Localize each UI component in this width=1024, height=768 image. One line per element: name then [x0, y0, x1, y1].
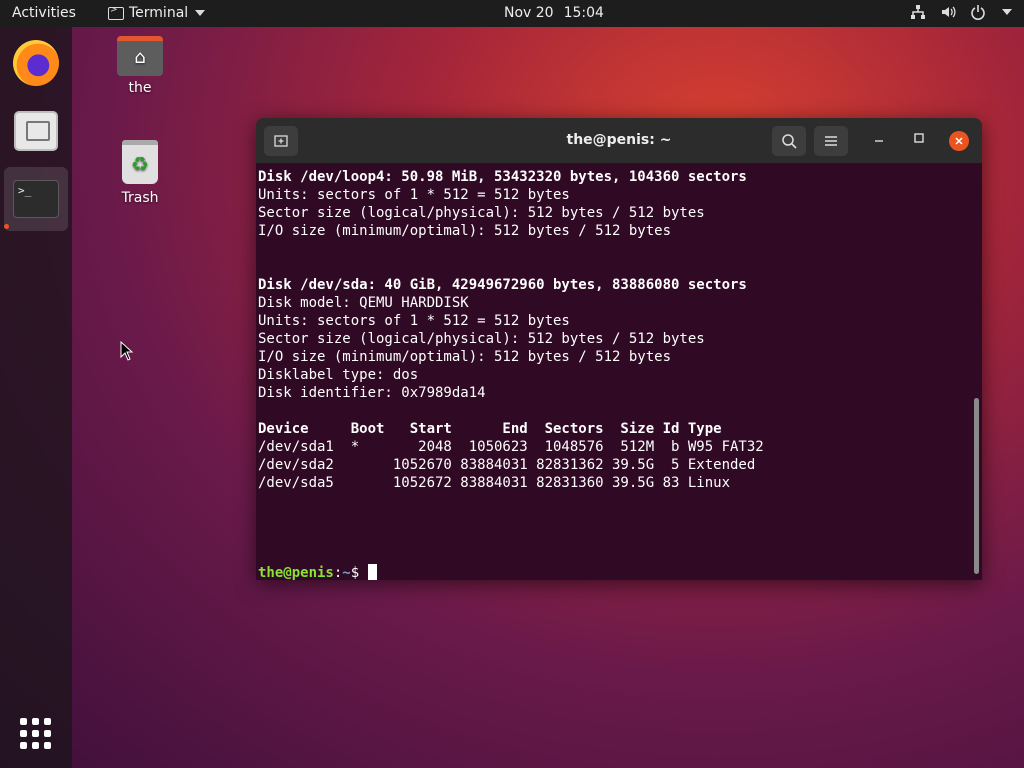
activities-button[interactable]: Activities	[12, 5, 76, 21]
terminal-line: I/O size (minimum/optimal): 512 bytes / …	[258, 349, 672, 365]
dock-terminal[interactable]: >_	[4, 167, 68, 231]
dock-firefox[interactable]	[4, 31, 68, 95]
system-tray[interactable]	[910, 4, 1012, 20]
dock-files[interactable]	[4, 99, 68, 163]
top-bar: Activities Terminal Nov 20 15:04	[0, 0, 1024, 27]
chevron-down-icon	[195, 10, 206, 16]
app-menu-label: Terminal	[129, 5, 189, 21]
prompt-symbol: $	[350, 565, 368, 580]
mouse-pointer-icon	[120, 341, 134, 361]
minimize-button[interactable]	[869, 132, 889, 147]
files-icon	[14, 111, 58, 151]
terminal-line: Disk model: QEMU HARDDISK	[258, 295, 469, 311]
terminal-line: Sector size (logical/physical): 512 byte…	[258, 331, 705, 347]
terminal-line: I/O size (minimum/optimal): 512 bytes / …	[258, 223, 672, 239]
maximize-button[interactable]	[909, 132, 929, 147]
terminal-line: /dev/sda1 * 2048 1050623 1048576 512M b …	[258, 439, 764, 455]
maximize-icon	[914, 133, 924, 143]
power-icon	[970, 4, 986, 20]
terminal-line: Disk /dev/sda: 40 GiB, 42949672960 bytes…	[258, 277, 747, 293]
terminal-line: Units: sectors of 1 * 512 = 512 bytes	[258, 313, 570, 329]
close-button[interactable]	[949, 131, 969, 151]
terminal-line: Units: sectors of 1 * 512 = 512 bytes	[258, 187, 570, 203]
terminal-line: Sector size (logical/physical): 512 byte…	[258, 205, 705, 221]
terminal-line: Disklabel type: dos	[258, 367, 419, 383]
hamburger-icon	[825, 136, 837, 146]
desktop-home-label: the	[128, 80, 152, 96]
firefox-icon	[13, 40, 59, 86]
network-icon	[910, 4, 926, 20]
show-applications-icon[interactable]	[20, 718, 52, 750]
chevron-down-icon	[1002, 9, 1012, 15]
search-button[interactable]	[772, 126, 806, 156]
search-icon	[782, 134, 797, 149]
terminal-output[interactable]: Disk /dev/loop4: 50.98 MiB, 53432320 byt…	[258, 168, 970, 580]
terminal-window[interactable]: the@penis: ~ Disk /dev/loop4: 50.98 MiB,…	[256, 118, 982, 580]
desktop-home-folder[interactable]: the	[100, 36, 180, 96]
running-indicator	[4, 224, 9, 229]
home-folder-icon	[117, 36, 163, 76]
app-menu[interactable]: Terminal	[108, 5, 206, 21]
terminal-icon: >_	[13, 180, 59, 218]
clock[interactable]: Nov 20 15:04	[504, 5, 604, 21]
terminal-line: Disk identifier: 0x7989da14	[258, 385, 486, 401]
terminal-headerbar[interactable]: the@penis: ~	[256, 118, 982, 164]
terminal-prompt[interactable]: the@penis:~$	[258, 564, 970, 580]
desktop-trash-label: Trash	[121, 190, 159, 206]
volume-icon	[940, 4, 956, 20]
terminal-line: /dev/sda5 1052672 83884031 82831360 39.5…	[258, 475, 731, 491]
terminal-icon	[108, 5, 124, 20]
scrollbar[interactable]	[974, 398, 979, 574]
close-icon	[955, 137, 963, 145]
terminal-line: Disk /dev/loop4: 50.98 MiB, 53432320 byt…	[258, 169, 747, 185]
dock: >_	[0, 27, 72, 768]
prompt-user-host: the@penis	[258, 565, 334, 580]
terminal-cursor	[367, 564, 377, 580]
clock-time: 15:04	[563, 5, 604, 21]
trash-icon: ♻	[122, 140, 158, 184]
minimize-icon	[875, 140, 883, 142]
desktop-trash[interactable]: ♻ Trash	[100, 140, 180, 206]
terminal-line: /dev/sda2 1052670 83884031 82831362 39.5…	[258, 457, 756, 473]
menu-button[interactable]	[814, 126, 848, 156]
terminal-line: Device Boot Start End Sectors Size Id Ty…	[258, 421, 722, 437]
clock-date: Nov 20	[504, 5, 554, 21]
prompt-path: ~	[342, 565, 351, 580]
